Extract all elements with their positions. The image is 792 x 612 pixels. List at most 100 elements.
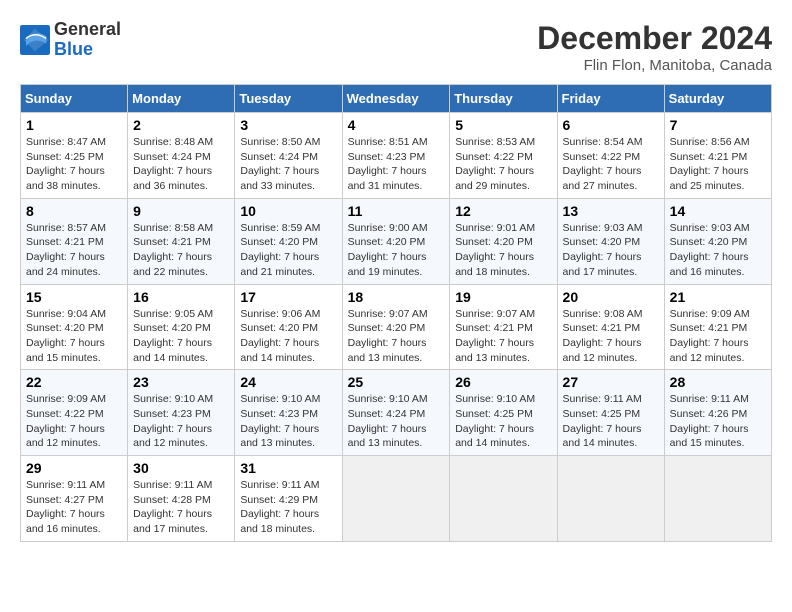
weekday-header: Sunday — [21, 85, 128, 113]
day-number: 20 — [563, 289, 659, 305]
weekday-header: Friday — [557, 85, 664, 113]
calendar-day-cell: 11 Sunrise: 9:00 AMSunset: 4:20 PMDayligh… — [342, 198, 450, 284]
day-info: Sunrise: 8:48 AMSunset: 4:24 PMDaylight:… — [133, 135, 229, 194]
day-info: Sunrise: 9:09 AMSunset: 4:22 PMDaylight:… — [26, 392, 122, 451]
day-number: 5 — [455, 117, 551, 133]
day-info: Sunrise: 9:01 AMSunset: 4:20 PMDaylight:… — [455, 221, 551, 280]
day-number: 23 — [133, 374, 229, 390]
day-info: Sunrise: 9:04 AMSunset: 4:20 PMDaylight:… — [26, 307, 122, 366]
day-info: Sunrise: 9:07 AMSunset: 4:20 PMDaylight:… — [348, 307, 445, 366]
calendar-week-row: 29 Sunrise: 9:11 AMSunset: 4:27 PMDayligh… — [21, 456, 772, 542]
calendar-day-cell: 27 Sunrise: 9:11 AMSunset: 4:25 PMDayligh… — [557, 370, 664, 456]
day-number: 27 — [563, 374, 659, 390]
day-number: 17 — [240, 289, 336, 305]
logo-general-text: General — [54, 20, 121, 40]
day-info: Sunrise: 9:03 AMSunset: 4:20 PMDaylight:… — [670, 221, 766, 280]
calendar-day-cell: 21Sunrise: 9:09 AMSunset: 4:21 PMDayligh… — [664, 284, 771, 370]
calendar-day-cell: 3 Sunrise: 8:50 AMSunset: 4:24 PMDaylight… — [235, 113, 342, 199]
day-number: 2 — [133, 117, 229, 133]
calendar-day-cell: 6 Sunrise: 8:54 AMSunset: 4:22 PMDaylight… — [557, 113, 664, 199]
day-number: 4 — [348, 117, 445, 133]
day-number: 14 — [670, 203, 766, 219]
day-info: Sunrise: 9:07 AMSunset: 4:21 PMDaylight:… — [455, 307, 551, 366]
calendar-week-row: 15Sunrise: 9:04 AMSunset: 4:20 PMDayligh… — [21, 284, 772, 370]
day-info: Sunrise: 9:11 AMSunset: 4:28 PMDaylight:… — [133, 478, 229, 537]
calendar-day-cell — [450, 456, 557, 542]
calendar-table: SundayMondayTuesdayWednesdayThursdayFrid… — [20, 84, 772, 542]
weekday-header: Tuesday — [235, 85, 342, 113]
calendar-day-cell: 14 Sunrise: 9:03 AMSunset: 4:20 PMDayligh… — [664, 198, 771, 284]
day-number: 26 — [455, 374, 551, 390]
calendar-day-cell: 26 Sunrise: 9:10 AMSunset: 4:25 PMDayligh… — [450, 370, 557, 456]
calendar-day-cell: 1Sunrise: 8:47 AMSunset: 4:25 PMDaylight… — [21, 113, 128, 199]
day-info: Sunrise: 9:11 AMSunset: 4:29 PMDaylight:… — [240, 478, 336, 537]
day-info: Sunrise: 9:11 AMSunset: 4:25 PMDaylight:… — [563, 392, 659, 451]
day-number: 22 — [26, 374, 122, 390]
day-number: 28 — [670, 374, 766, 390]
calendar-day-cell — [557, 456, 664, 542]
calendar-header-row: SundayMondayTuesdayWednesdayThursdayFrid… — [21, 85, 772, 113]
day-number: 25 — [348, 374, 445, 390]
calendar-day-cell: 23 Sunrise: 9:10 AMSunset: 4:23 PMDayligh… — [128, 370, 235, 456]
day-info: Sunrise: 9:11 AMSunset: 4:26 PMDaylight:… — [670, 392, 766, 451]
calendar-day-cell: 2 Sunrise: 8:48 AMSunset: 4:24 PMDaylight… — [128, 113, 235, 199]
day-info: Sunrise: 9:03 AMSunset: 4:20 PMDaylight:… — [563, 221, 659, 280]
day-number: 30 — [133, 460, 229, 476]
calendar-day-cell: 16Sunrise: 9:05 AMSunset: 4:20 PMDayligh… — [128, 284, 235, 370]
weekday-header: Thursday — [450, 85, 557, 113]
calendar-day-cell: 15Sunrise: 9:04 AMSunset: 4:20 PMDayligh… — [21, 284, 128, 370]
day-info: Sunrise: 9:10 AMSunset: 4:25 PMDaylight:… — [455, 392, 551, 451]
day-number: 19 — [455, 289, 551, 305]
day-number: 3 — [240, 117, 336, 133]
calendar-day-cell: 7 Sunrise: 8:56 AMSunset: 4:21 PMDaylight… — [664, 113, 771, 199]
weekday-header: Wednesday — [342, 85, 450, 113]
day-info: Sunrise: 9:08 AMSunset: 4:21 PMDaylight:… — [563, 307, 659, 366]
calendar-day-cell: 13Sunrise: 9:03 AMSunset: 4:20 PMDayligh… — [557, 198, 664, 284]
calendar-day-cell: 4 Sunrise: 8:51 AMSunset: 4:23 PMDaylight… — [342, 113, 450, 199]
day-info: Sunrise: 9:10 AMSunset: 4:24 PMDaylight:… — [348, 392, 445, 451]
calendar-day-cell: 31 Sunrise: 9:11 AMSunset: 4:29 PMDayligh… — [235, 456, 342, 542]
day-info: Sunrise: 8:50 AMSunset: 4:24 PMDaylight:… — [240, 135, 336, 194]
day-info: Sunrise: 8:59 AMSunset: 4:20 PMDaylight:… — [240, 221, 336, 280]
calendar-day-cell: 22 Sunrise: 9:09 AMSunset: 4:22 PMDayligh… — [21, 370, 128, 456]
calendar-day-cell: 19 Sunrise: 9:07 AMSunset: 4:21 PMDayligh… — [450, 284, 557, 370]
day-info: Sunrise: 9:00 AMSunset: 4:20 PMDaylight:… — [348, 221, 445, 280]
day-number: 18 — [348, 289, 445, 305]
calendar-day-cell — [342, 456, 450, 542]
calendar-week-row: 1Sunrise: 8:47 AMSunset: 4:25 PMDaylight… — [21, 113, 772, 199]
logo-icon — [20, 25, 50, 55]
calendar-day-cell: 5 Sunrise: 8:53 AMSunset: 4:22 PMDaylight… — [450, 113, 557, 199]
calendar-day-cell: 20 Sunrise: 9:08 AMSunset: 4:21 PMDayligh… — [557, 284, 664, 370]
day-info: Sunrise: 8:57 AMSunset: 4:21 PMDaylight:… — [26, 221, 122, 280]
calendar-week-row: 8 Sunrise: 8:57 AMSunset: 4:21 PMDaylight… — [21, 198, 772, 284]
day-number: 8 — [26, 203, 122, 219]
day-number: 10 — [240, 203, 336, 219]
day-number: 6 — [563, 117, 659, 133]
day-info: Sunrise: 8:54 AMSunset: 4:22 PMDaylight:… — [563, 135, 659, 194]
day-number: 29 — [26, 460, 122, 476]
day-info: Sunrise: 8:53 AMSunset: 4:22 PMDaylight:… — [455, 135, 551, 194]
day-info: Sunrise: 9:10 AMSunset: 4:23 PMDaylight:… — [133, 392, 229, 451]
logo-text: General Blue — [54, 20, 121, 60]
day-info: Sunrise: 9:11 AMSunset: 4:27 PMDaylight:… — [26, 478, 122, 537]
calendar-day-cell: 10 Sunrise: 8:59 AMSunset: 4:20 PMDayligh… — [235, 198, 342, 284]
day-number: 11 — [348, 203, 445, 219]
month-title: December 2024 — [537, 20, 772, 57]
day-info: Sunrise: 8:58 AMSunset: 4:21 PMDaylight:… — [133, 221, 229, 280]
day-number: 1 — [26, 117, 122, 133]
calendar-day-cell: 17 Sunrise: 9:06 AMSunset: 4:20 PMDayligh… — [235, 284, 342, 370]
calendar-day-cell: 8 Sunrise: 8:57 AMSunset: 4:21 PMDaylight… — [21, 198, 128, 284]
calendar-day-cell: 9Sunrise: 8:58 AMSunset: 4:21 PMDaylight… — [128, 198, 235, 284]
location-text: Flin Flon, Manitoba, Canada — [537, 57, 772, 74]
day-number: 7 — [670, 117, 766, 133]
day-number: 24 — [240, 374, 336, 390]
calendar-day-cell — [664, 456, 771, 542]
day-info: Sunrise: 8:51 AMSunset: 4:23 PMDaylight:… — [348, 135, 445, 194]
day-info: Sunrise: 9:10 AMSunset: 4:23 PMDaylight:… — [240, 392, 336, 451]
day-info: Sunrise: 9:06 AMSunset: 4:20 PMDaylight:… — [240, 307, 336, 366]
calendar-day-cell: 12Sunrise: 9:01 AMSunset: 4:20 PMDayligh… — [450, 198, 557, 284]
day-info: Sunrise: 8:56 AMSunset: 4:21 PMDaylight:… — [670, 135, 766, 194]
calendar-day-cell: 18 Sunrise: 9:07 AMSunset: 4:20 PMDayligh… — [342, 284, 450, 370]
calendar-day-cell: 24 Sunrise: 9:10 AMSunset: 4:23 PMDayligh… — [235, 370, 342, 456]
day-number: 31 — [240, 460, 336, 476]
